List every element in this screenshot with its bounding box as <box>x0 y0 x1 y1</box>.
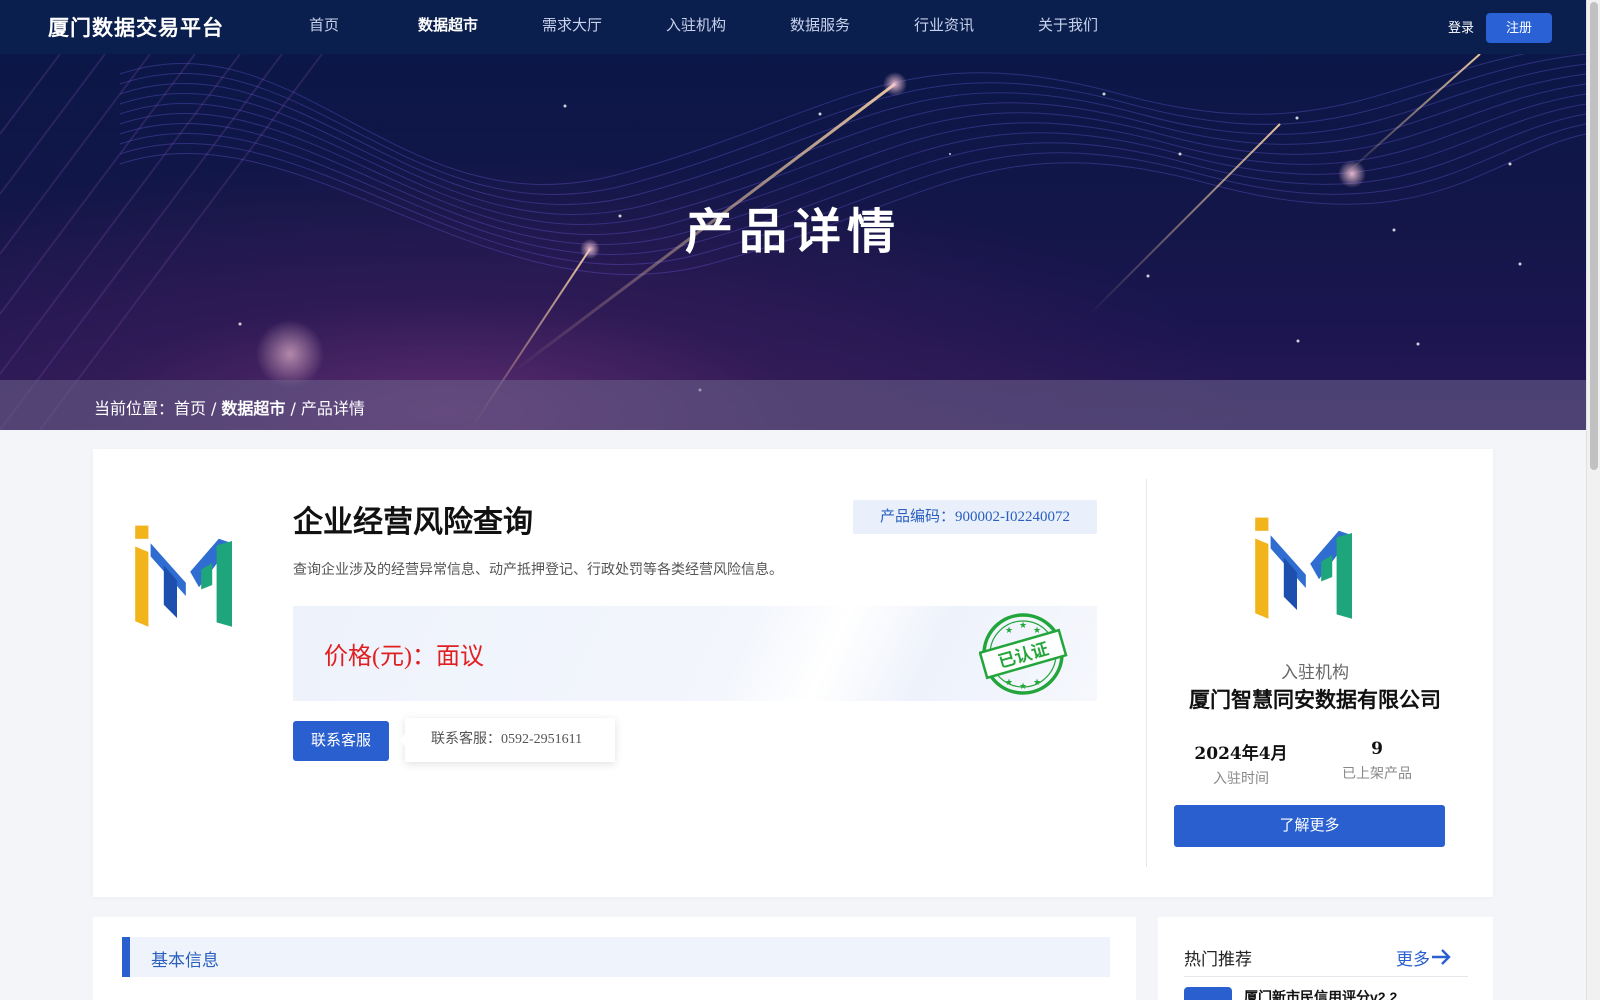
svg-text:★: ★ <box>1019 620 1027 630</box>
top-navbar: 厦门数据交易平台 首页 数据超市 需求大厅 入驻机构 数据服务 行业资讯 关于我… <box>0 0 1586 54</box>
nav-item-industry-news[interactable]: 行业资讯 <box>882 0 1006 54</box>
register-button[interactable]: 注册 <box>1486 13 1552 43</box>
learn-more-button[interactable]: 了解更多 <box>1174 805 1445 847</box>
site-logo[interactable]: 厦门数据交易平台 <box>48 12 224 42</box>
stat-product-count: 9 已上架产品 <box>1307 739 1447 783</box>
breadcrumb-separator: / <box>211 399 217 418</box>
hero-banner: 产品详情 当前位置：首页 / 数据超市 / 产品详情 <box>0 54 1586 430</box>
breadcrumb: 当前位置：首页 / 数据超市 / 产品详情 <box>94 395 365 419</box>
org-name[interactable]: 厦门智慧同安数据有限公司 <box>1173 684 1457 714</box>
org-label: 入驻机构 <box>1281 663 1349 682</box>
breadcrumb-data-market[interactable]: 数据超市 <box>221 399 285 418</box>
hot-more-link[interactable]: 更多 <box>1396 945 1430 970</box>
nav-item-demand-hall[interactable]: 需求大厅 <box>510 0 634 54</box>
product-name: 企业经营风险查询 <box>293 505 533 540</box>
stat-value: 2024年4月 <box>1194 744 1288 764</box>
stat-label: 入驻时间 <box>1213 770 1269 786</box>
breadcrumb-separator: / <box>290 399 296 418</box>
product-code: 产品编码：900002-I02240072 <box>853 500 1097 534</box>
nav-item-data-market[interactable]: 数据超市 <box>386 0 510 54</box>
contact-phone-tooltip: 联系客服：0592-2951611 <box>399 718 615 762</box>
product-price: 价格(元)：面议 <box>324 644 484 670</box>
nav-item-home[interactable]: 首页 <box>262 0 386 54</box>
arrow-right-icon[interactable] <box>1430 948 1452 966</box>
scrollbar-thumb[interactable] <box>1590 2 1598 470</box>
svg-text:★: ★ <box>1019 681 1027 691</box>
svg-text:★: ★ <box>1033 677 1041 687</box>
product-description: 查询企业涉及的经营异常信息、动产抵押登记、行政处罚等各类经营风险信息。 <box>293 561 783 577</box>
nav-item-about-us[interactable]: 关于我们 <box>1006 0 1130 54</box>
nav-item-data-services[interactable]: 数据服务 <box>758 0 882 54</box>
svg-text:★: ★ <box>1033 625 1041 635</box>
breadcrumb-bar: 当前位置：首页 / 数据超市 / 产品详情 <box>0 380 1586 430</box>
hot-item-thumbnail[interactable] <box>1184 987 1232 1000</box>
contact-service-button[interactable]: 联系客服 <box>293 721 389 761</box>
product-logo-icon <box>135 525 232 627</box>
login-link[interactable]: 登录 <box>1448 17 1474 36</box>
stat-label: 已上架产品 <box>1342 765 1412 781</box>
basic-info-panel: 基本信息 <box>93 917 1136 1000</box>
product-card: 企业经营风险查询 产品编码：900002-I02240072 查询企业涉及的经营… <box>93 449 1493 897</box>
breadcrumb-prefix: 当前位置： <box>94 399 175 418</box>
nav-item-institutions[interactable]: 入驻机构 <box>634 0 758 54</box>
basic-info-header[interactable]: 基本信息 <box>122 937 1110 977</box>
hot-item-title[interactable]: 厦门新市民信用评分v2.2 <box>1244 987 1397 1000</box>
org-logo-icon <box>1255 517 1352 619</box>
stat-value: 9 <box>1371 739 1383 759</box>
basic-info-title: 基本信息 <box>151 951 219 970</box>
page-title: 产品详情 <box>684 204 901 260</box>
svg-text:★: ★ <box>1005 625 1013 635</box>
price-panel: 价格(元)：面议 ★ ★ ★ ★ ★ ★ 已认证 <box>293 606 1097 701</box>
card-divider <box>1146 479 1147 867</box>
stat-join-date: 2024年4月 入驻时间 <box>1171 739 1311 788</box>
breadcrumb-home[interactable]: 首页 <box>174 399 206 418</box>
hot-divider <box>1184 976 1468 977</box>
hot-recommendations-panel: 热门推荐 更多 厦门新市民信用评分v2.2 <box>1158 917 1493 1000</box>
breadcrumb-current: 产品详情 <box>300 399 365 418</box>
hot-title: 热门推荐 <box>1184 950 1252 969</box>
main-nav: 首页 数据超市 需求大厅 入驻机构 数据服务 行业资讯 关于我们 <box>262 0 1130 54</box>
svg-text:★: ★ <box>1005 677 1013 687</box>
certified-stamp-icon: ★ ★ ★ ★ ★ ★ 已认证 <box>979 613 1068 695</box>
page-scrollbar[interactable] <box>1586 0 1600 1000</box>
